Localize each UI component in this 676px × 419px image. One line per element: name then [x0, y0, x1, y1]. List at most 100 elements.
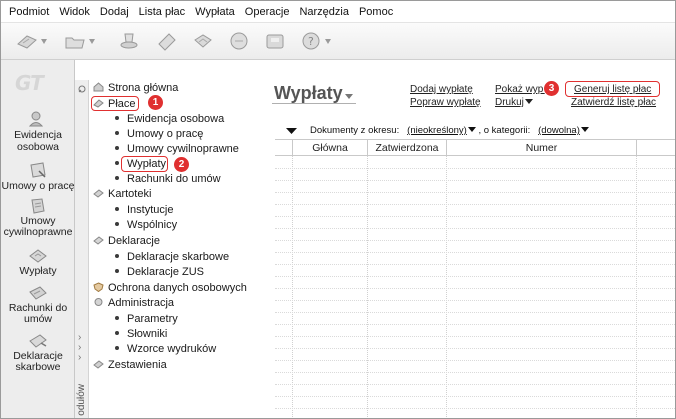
chevron-down-icon[interactable]	[580, 127, 589, 132]
tree-item-instytucje[interactable]: Instytucje	[115, 204, 173, 216]
column-header-zatwierdzona[interactable]: Zatwierdzona	[368, 140, 447, 156]
column-header-select[interactable]	[275, 140, 293, 156]
tree-item-deklaracje[interactable]: Deklaracje	[93, 235, 160, 247]
table-row[interactable]	[275, 301, 675, 313]
table-row[interactable]	[275, 337, 675, 349]
tree-item-kartoteki[interactable]: Kartoteki	[93, 188, 151, 200]
table-row[interactable]	[275, 253, 675, 265]
column-header-glowna[interactable]: Główna	[293, 140, 368, 156]
tree-item-parametry[interactable]: Parametry	[115, 313, 178, 325]
bullet-icon	[115, 331, 119, 335]
table-row[interactable]	[275, 325, 675, 337]
table-row[interactable]	[275, 241, 675, 253]
module-ewidencja-osobowa[interactable]: Ewidencja osobowa	[1, 110, 75, 153]
menu-dodaj[interactable]: Dodaj	[95, 6, 134, 18]
toolbar-open-icon[interactable]	[63, 30, 87, 52]
menu-podmiot[interactable]: Podmiot	[4, 6, 54, 18]
chevron-down-icon[interactable]	[345, 94, 353, 99]
tree-item-deklaracje-zus[interactable]: Deklaracje ZUS	[115, 266, 204, 278]
toolbar-new-icon[interactable]	[15, 30, 39, 52]
table-row[interactable]	[275, 361, 675, 373]
table-row[interactable]	[275, 217, 675, 229]
toolbar-refresh-icon[interactable]	[117, 30, 141, 52]
table-row[interactable]	[275, 397, 675, 409]
print-link[interactable]: Drukuj	[495, 97, 533, 108]
menu-wyplata[interactable]: Wypłata	[190, 6, 240, 18]
bullet-icon	[115, 316, 119, 320]
toolbar: ?	[1, 23, 675, 60]
add-payment-link[interactable]: Dodaj wypłatę	[410, 84, 473, 95]
toolbar-print-icon[interactable]	[227, 30, 251, 52]
edit-payment-link[interactable]: Popraw wypłatę	[410, 97, 481, 108]
gt-logo: GT	[15, 71, 44, 95]
menu-narzedzia[interactable]: Narzędzia	[294, 6, 354, 18]
bullet-icon	[115, 116, 119, 120]
column-header-numer[interactable]: Numer	[447, 140, 637, 156]
toolbar-eraser-icon[interactable]	[155, 30, 179, 52]
table-row[interactable]	[275, 229, 675, 241]
toolbar-help-icon[interactable]: ?	[299, 30, 323, 52]
tree-item-umowy-cywilnoprawne[interactable]: Umowy cywilnoprawne	[115, 143, 239, 155]
pin-icon[interactable]	[78, 85, 86, 93]
table-row[interactable]	[275, 169, 675, 181]
tree-item-ochrona-danych[interactable]: Ochrona danych osobowych	[93, 282, 247, 294]
civil-contract-icon	[31, 198, 45, 214]
module-rachunki-do-umow[interactable]: Rachunki do umów	[1, 284, 75, 325]
tree-item-rachunki-do-umow[interactable]: Rachunki do umów	[115, 173, 221, 185]
toolbar-new-dropdown-icon[interactable]	[41, 39, 47, 44]
menu-lista-plac[interactable]: Lista płac	[134, 6, 190, 18]
toolbar-open-dropdown-icon[interactable]	[89, 39, 95, 44]
toolbar-save-icon[interactable]	[263, 30, 287, 52]
chevron-down-icon[interactable]	[467, 127, 476, 132]
tree-item-administracja[interactable]: Administracja	[93, 297, 174, 309]
tree-item-strona-glowna[interactable]: Strona główna	[93, 82, 178, 94]
table-row[interactable]	[275, 385, 675, 397]
home-icon	[93, 82, 104, 92]
module-umowy-o-prace[interactable]: Umowy o pracę	[1, 161, 75, 192]
page-title[interactable]: Wypłaty	[274, 83, 343, 104]
card-file-icon	[93, 189, 104, 198]
tree-item-ewidencja-osobowa[interactable]: Ewidencja osobowa	[115, 113, 224, 125]
tree-item-wzorce-wydrukow[interactable]: Wzorce wydruków	[115, 343, 216, 355]
declaration-icon	[93, 236, 104, 245]
tree-item-zestawienia[interactable]: Zestawienia	[93, 359, 167, 371]
approve-payroll-link[interactable]: Zatwierdź listę płac	[571, 97, 656, 108]
menu-pomoc[interactable]: Pomoc	[354, 6, 398, 18]
table-row[interactable]	[275, 289, 675, 301]
title-underline	[272, 103, 356, 104]
module-wyplaty[interactable]: Wypłaty	[1, 246, 75, 277]
table-row[interactable]	[275, 313, 675, 325]
module-umowy-cywilnoprawne[interactable]: Umowy cywilnoprawne	[1, 197, 75, 238]
category-selector[interactable]: (dowolna)	[538, 125, 580, 136]
bullet-icon	[115, 254, 119, 258]
toolbar-copy-icon[interactable]	[191, 30, 215, 52]
table-row[interactable]	[275, 349, 675, 361]
filter-bar: Dokumenty z okresu: (nieokreślony) , o k…	[310, 125, 589, 136]
category-label: , o kategorii:	[478, 125, 531, 136]
step-badge-3: 3	[543, 80, 560, 97]
table-row[interactable]	[275, 181, 675, 193]
tree-item-wspolnicy[interactable]: Wspólnicy	[115, 219, 177, 231]
table-row[interactable]	[275, 265, 675, 277]
column-header-extra[interactable]	[637, 140, 675, 156]
tree-item-slowniki[interactable]: Słowniki	[115, 328, 167, 340]
table-row[interactable]	[275, 157, 675, 169]
toolbar-help-dropdown-icon[interactable]	[325, 39, 331, 44]
table-row[interactable]	[275, 373, 675, 385]
collapse-triangle-icon[interactable]	[286, 128, 297, 134]
modules-vertical-label: odułów	[76, 384, 87, 416]
payments-grid[interactable]: Główna Zatwierdzona Numer	[275, 139, 675, 418]
payments-icon	[29, 249, 47, 263]
tree-item-deklaracje-skarbowe[interactable]: Deklaracje skarbowe	[115, 251, 229, 263]
tree-splitter[interactable]: › › › odułów	[75, 80, 89, 418]
show-payment-link[interactable]: Pokaż wypł	[495, 84, 546, 95]
table-row[interactable]	[275, 193, 675, 205]
table-row[interactable]	[275, 205, 675, 217]
tree-item-umowy-o-prace[interactable]: Umowy o pracę	[115, 128, 203, 140]
table-row[interactable]	[275, 277, 675, 289]
module-deklaracje-skarbowe[interactable]: Deklaracje skarbowe	[1, 332, 75, 373]
menu-widok[interactable]: Widok	[54, 6, 95, 18]
period-selector[interactable]: (nieokreślony)	[407, 125, 467, 136]
step-badge-1: 1	[147, 94, 164, 111]
menu-operacje[interactable]: Operacje	[240, 6, 295, 18]
